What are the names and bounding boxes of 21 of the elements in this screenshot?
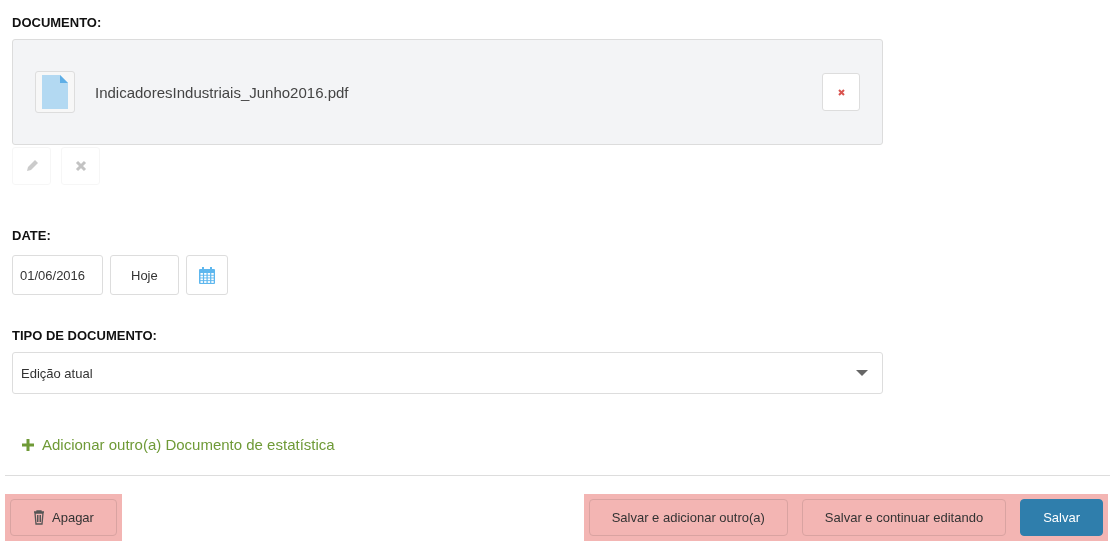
close-icon xyxy=(74,160,87,172)
date-field[interactable]: 01/06/2016 xyxy=(12,255,103,295)
delete-button[interactable]: Apagar xyxy=(10,499,117,536)
pencil-icon xyxy=(24,159,39,173)
trash-icon xyxy=(33,510,45,525)
calendar-icon xyxy=(198,266,215,284)
today-button[interactable]: Hoje xyxy=(110,255,179,295)
plus-icon xyxy=(22,438,34,451)
remove-file-button[interactable] xyxy=(822,73,860,111)
calendar-button[interactable] xyxy=(185,255,228,295)
field-label: DOCUMENTO: xyxy=(12,15,103,30)
field-label: DATE: xyxy=(12,228,52,243)
file-icon xyxy=(35,71,75,113)
save-button[interactable]: Salvar xyxy=(1020,499,1103,536)
caret-icon xyxy=(856,370,868,376)
close-icon xyxy=(837,88,845,96)
document-type-select[interactable]: Edição atual xyxy=(12,352,883,394)
field-label: TIPO DE DOCUMENTO: xyxy=(12,328,158,343)
save-option-button[interactable]: Salvar e adicionar outro(a) xyxy=(588,499,788,536)
save-option-button[interactable]: Salvar e continuar editando xyxy=(801,499,1007,536)
file-name: IndicadoresIndustriais_Junho2016.pdf xyxy=(95,83,350,101)
